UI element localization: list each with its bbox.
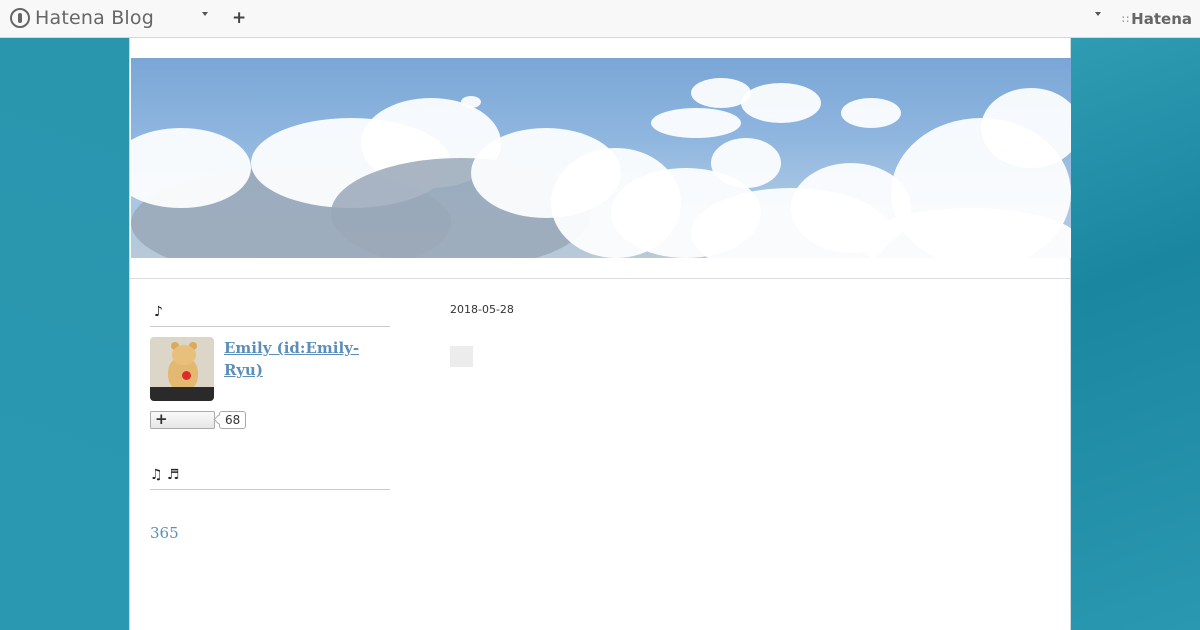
- header-sky-image[interactable]: [131, 58, 1071, 258]
- header-divider: [130, 278, 1070, 279]
- cloud: [711, 138, 781, 188]
- background-left: [0, 38, 129, 630]
- cloud: [461, 96, 481, 108]
- hatena-blog-brand[interactable]: Hatena Blog: [10, 7, 154, 29]
- brand-text: Hatena Blog: [35, 7, 154, 29]
- heart-icon: [182, 371, 191, 380]
- add-entry-plus-icon[interactable]: +: [232, 9, 246, 27]
- cloud: [651, 108, 741, 138]
- follow-row: + 68: [150, 410, 390, 429]
- top-navbar: Hatena Blog + ∷ Hatena: [0, 0, 1200, 38]
- blog-menu-chevron-down-icon[interactable]: [202, 12, 208, 16]
- hatena-logo[interactable]: ∷ Hatena: [1122, 10, 1192, 28]
- background-right: [1071, 38, 1200, 630]
- hatena-blog-logo-icon: [10, 8, 30, 28]
- follow-button[interactable]: +: [150, 410, 215, 429]
- hatena-logo-text: Hatena: [1131, 10, 1192, 28]
- cloud: [981, 88, 1071, 168]
- entry-thumbnail-placeholder: [450, 346, 473, 367]
- profile-name-link[interactable]: Emily (id:Emily-Ryu): [224, 337, 374, 381]
- profile-module: Emily (id:Emily-Ryu): [150, 337, 390, 401]
- music-module-title: ♫ ♬: [150, 467, 390, 490]
- account-menu-chevron-down-icon[interactable]: [1095, 12, 1101, 16]
- cloud: [741, 83, 821, 123]
- blog-container: ♪ Emily (id:Emily-Ryu) + 68 ♫ ♬ 365 2018…: [129, 38, 1071, 630]
- plus-icon: +: [155, 410, 168, 428]
- bear-head: [172, 345, 196, 365]
- entry-date[interactable]: 2018-05-28: [450, 303, 514, 316]
- music-module: ♫ ♬ 365: [150, 467, 390, 542]
- profile-module-title: ♪: [150, 304, 390, 327]
- avatar-shadow: [150, 387, 214, 401]
- avatar[interactable]: [150, 337, 214, 401]
- cloud: [841, 98, 901, 128]
- entry-count-link[interactable]: 365: [150, 524, 390, 542]
- hatena-mark-icon: ∷: [1122, 12, 1129, 26]
- sidebar: ♪ Emily (id:Emily-Ryu) + 68 ♫ ♬ 365: [150, 304, 390, 542]
- follower-count-badge: 68: [219, 411, 247, 429]
